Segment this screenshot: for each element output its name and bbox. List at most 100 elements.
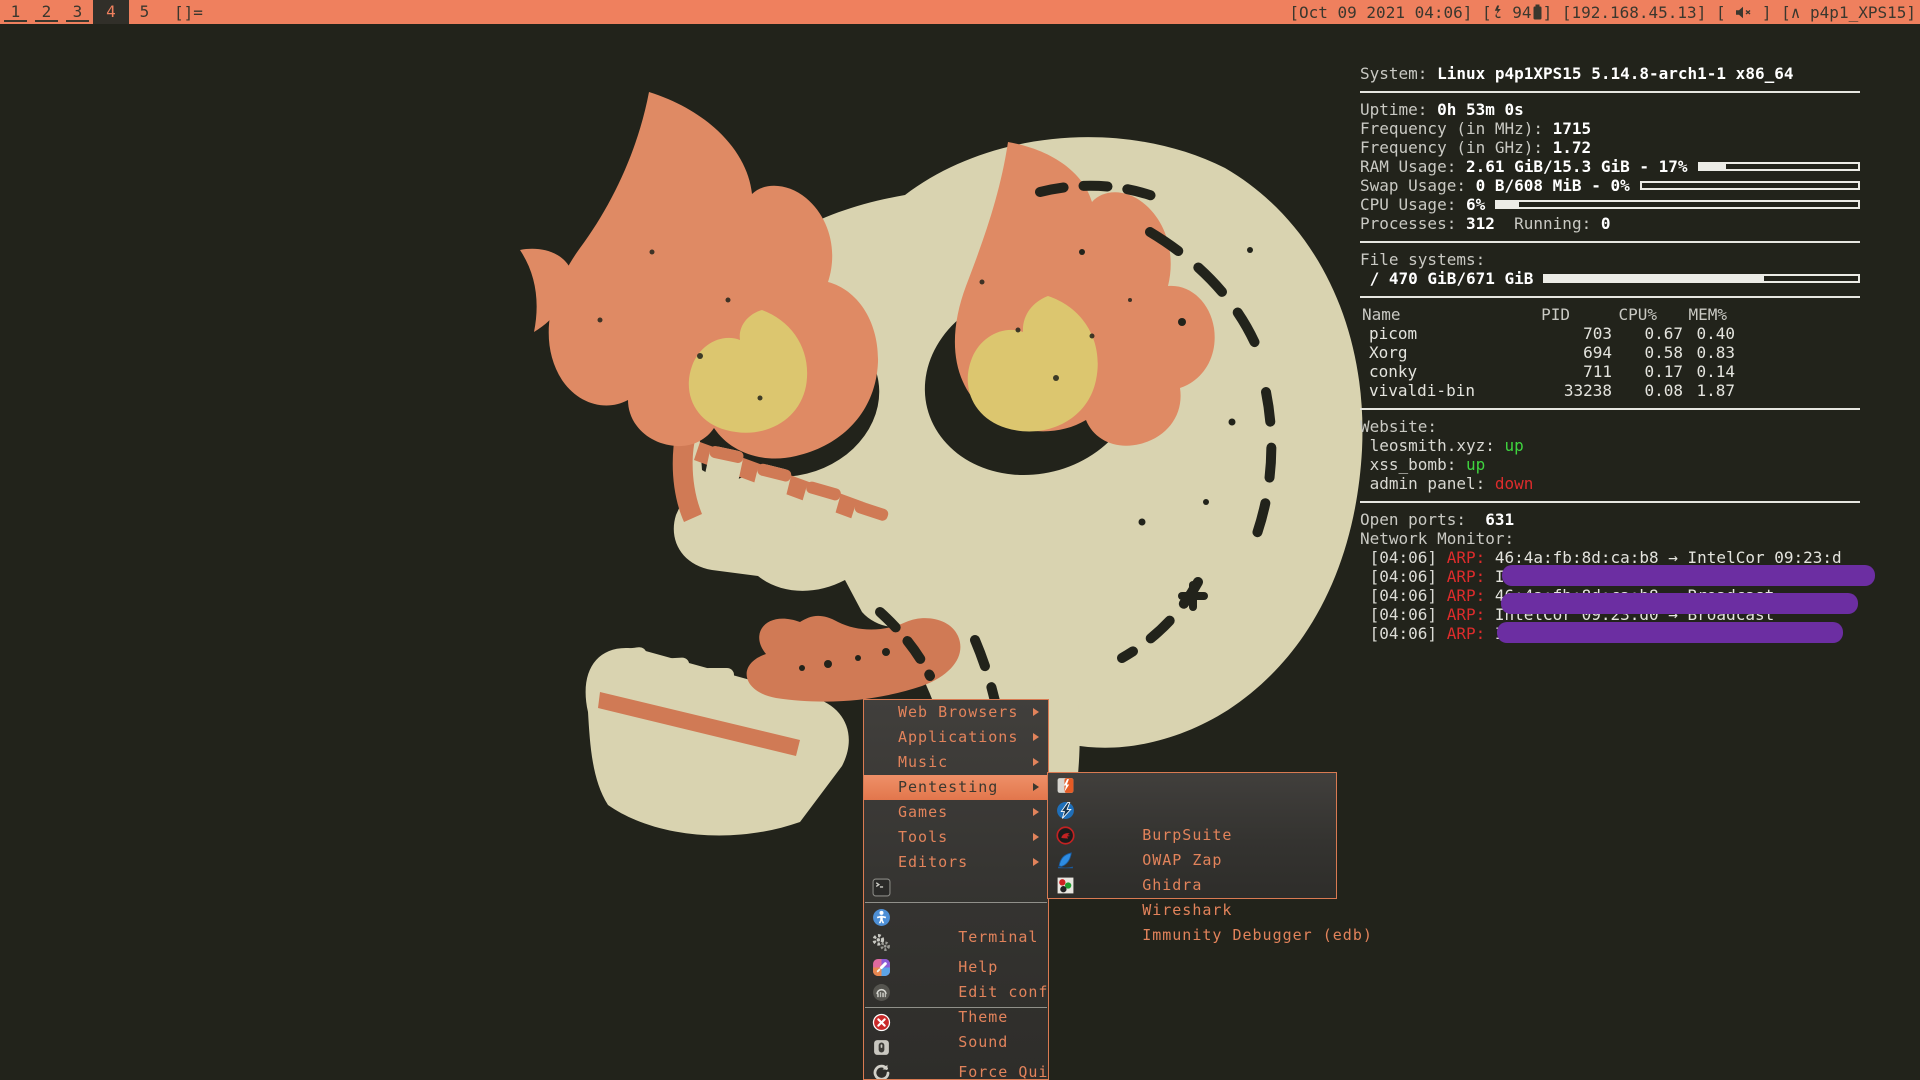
- gears-icon: [872, 933, 891, 952]
- proc-mem: 0.40: [1655, 324, 1735, 343]
- ip-address: [192.168.45.13]: [1562, 3, 1707, 22]
- power-plug-icon: [1492, 5, 1503, 19]
- open-ports-label: Open ports:: [1360, 510, 1485, 529]
- menu-item-help[interactable]: Help: [864, 905, 1048, 930]
- submenu-item-ghidra[interactable]: Ghidra: [1048, 823, 1336, 848]
- filesystem-meter: [1543, 274, 1860, 283]
- menu-item-applications[interactable]: Applications: [864, 725, 1048, 750]
- cpu-label: CPU Usage:: [1360, 195, 1466, 214]
- col-pid: PID: [1490, 305, 1570, 324]
- website-status: up: [1466, 455, 1485, 474]
- menu-item-tools[interactable]: Tools: [864, 825, 1048, 850]
- workspace-label: 5: [140, 2, 150, 21]
- ram-meter: [1698, 162, 1860, 171]
- ram-label: RAM Usage:: [1360, 157, 1466, 176]
- conky-monitor: System: Linux p4p1XPS15 5.14.8-arch1-1 x…: [1360, 64, 1860, 643]
- battery-icon: [1532, 4, 1543, 20]
- arp-proto: ARP:: [1447, 605, 1495, 624]
- cpu-value: 6%: [1466, 195, 1485, 214]
- menu-item-force-quit[interactable]: Force Quit: [864, 1010, 1048, 1035]
- proc-mem: 0.14: [1655, 362, 1735, 381]
- workspace-tag-5[interactable]: 5: [129, 0, 160, 24]
- immunity-debugger-icon: [1056, 876, 1075, 895]
- freq-mhz-label: Frequency (in MHz):: [1360, 119, 1553, 138]
- divider: [1360, 241, 1860, 243]
- menu-item-theme[interactable]: Theme: [864, 955, 1048, 980]
- col-mem: MEM%: [1647, 305, 1727, 324]
- submenu-item-owasp-zap[interactable]: OWAP Zap: [1048, 798, 1336, 823]
- menu-item-web-browsers[interactable]: Web Browsers: [864, 700, 1048, 725]
- divider: [1360, 501, 1860, 503]
- workspace-label: 3: [73, 2, 83, 21]
- website-status: up: [1505, 436, 1524, 455]
- workspace-tag-2[interactable]: 2: [31, 0, 62, 24]
- menu-item-shutdown[interactable]: Shutdown: [864, 1035, 1048, 1060]
- website-name: admin panel:: [1360, 474, 1495, 493]
- freq-ghz-label: Frequency (in GHz):: [1360, 138, 1553, 157]
- arp-proto: ARP:: [1447, 548, 1495, 567]
- menu-item-label: Wireshark: [1142, 901, 1232, 919]
- submenu-arrow-icon: [1033, 808, 1039, 816]
- proc-name: picom: [1369, 324, 1417, 343]
- uptime-value: 0h 53m 0s: [1437, 100, 1524, 119]
- table-row: picom7030.670.40: [1360, 324, 1860, 343]
- menu-item-music[interactable]: Music: [864, 750, 1048, 775]
- workspace-tag-3[interactable]: 3: [62, 0, 93, 24]
- menu-item-reboot[interactable]: Reboot: [864, 1060, 1048, 1080]
- running-label: Running:: [1495, 214, 1601, 233]
- proc-name: vivaldi-bin: [1369, 381, 1475, 400]
- menu-item-editors[interactable]: Editors: [864, 850, 1048, 875]
- divider: [1360, 296, 1860, 298]
- processes-label: Processes:: [1360, 214, 1466, 233]
- freq-mhz-value: 1715: [1553, 119, 1592, 138]
- cpu-meter: [1495, 200, 1860, 209]
- ram-value: 2.61 GiB/15.3 GiB - 17%: [1466, 157, 1688, 176]
- network-monitor-log: [04:06] ARP: 46:4a:fb:8d:ca:b8 → IntelCo…: [1360, 548, 1860, 643]
- workspace-label: 4: [106, 2, 116, 21]
- workspace-tag-4-selected[interactable]: 4: [93, 0, 129, 24]
- datetime: [Oct 09 2021 04:06]: [1289, 3, 1472, 22]
- menu-item-label: Pentesting: [898, 778, 998, 796]
- divider: [1360, 408, 1860, 410]
- submenu-item-immunity-debugger[interactable]: Immunity Debugger (edb): [1048, 873, 1336, 898]
- table-row: Xorg6940.580.83: [1360, 343, 1860, 362]
- workspace-label: 2: [42, 2, 52, 21]
- menu-item-games[interactable]: Games: [864, 800, 1048, 825]
- workspace-tag-1[interactable]: 1: [0, 0, 31, 24]
- context-menu: Web Browsers Applications Music Pentesti…: [863, 699, 1049, 1080]
- process-table-header: Name PID CPU% MEM%: [1360, 305, 1860, 324]
- menu-item-edit-config[interactable]: Edit config: [864, 930, 1048, 955]
- menu-item-label: Applications: [898, 728, 1018, 746]
- proc-pid: 711: [1492, 362, 1612, 381]
- proc-name: conky: [1369, 362, 1417, 381]
- network-interface: [∧ p4p1_XPS15]: [1781, 3, 1916, 22]
- menu-item-sound[interactable]: Sound: [864, 980, 1048, 1005]
- layout-symbol[interactable]: []=: [174, 3, 203, 22]
- freq-ghz-value: 1.72: [1553, 138, 1592, 157]
- col-name: Name: [1362, 305, 1401, 324]
- menu-item-terminal[interactable]: Terminal (st): [864, 875, 1048, 900]
- status-bar: 1 2 3 4 5 []= [Oct 09 2021 04:06] [ 94] …: [0, 0, 1920, 24]
- arp-proto: ARP:: [1447, 624, 1495, 643]
- menu-item-label: Games: [898, 803, 948, 821]
- arp-time: [04:06]: [1360, 605, 1447, 624]
- sound-icon: [872, 983, 891, 1002]
- ghidra-icon: [1056, 826, 1075, 845]
- system-label: System:: [1360, 64, 1437, 83]
- table-row: vivaldi-bin332380.081.87: [1360, 381, 1860, 400]
- menu-item-pentesting-highlighted[interactable]: Pentesting: [864, 775, 1048, 800]
- bracket: ]: [1752, 3, 1781, 22]
- menu-item-label: Editors: [898, 853, 968, 871]
- arp-proto: ARP:: [1447, 567, 1495, 586]
- proc-pid: 33238: [1492, 381, 1612, 400]
- running-value: 0: [1601, 214, 1611, 233]
- submenu-item-burpsuite[interactable]: BurpSuite: [1048, 773, 1336, 798]
- redaction-bar: [1497, 622, 1843, 643]
- bracket: [: [1706, 3, 1735, 22]
- submenu-arrow-icon: [1033, 783, 1039, 791]
- submenu-item-wireshark[interactable]: Wireshark: [1048, 848, 1336, 873]
- occupied-indicator: [35, 20, 58, 22]
- proc-mem: 1.87: [1655, 381, 1735, 400]
- menu-item-label: Music: [898, 753, 948, 771]
- zap-icon: [1056, 801, 1075, 820]
